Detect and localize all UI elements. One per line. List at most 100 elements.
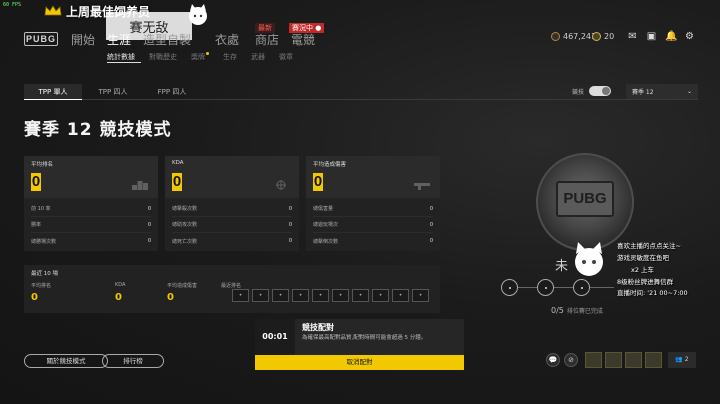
card-label: 平均排名 (31, 162, 54, 168)
stat-row: 總助攻次數 0 (172, 217, 292, 233)
settings-gear-icon[interactable]: ⚙ (684, 31, 695, 42)
ranked-label: 競技 (572, 88, 585, 96)
matchmaking-title: 競技配對 (302, 323, 334, 332)
recent-avg-damage: 0 (167, 292, 174, 303)
party-member-slot[interactable] (585, 352, 602, 368)
nav-customize[interactable]: 造型自製 (143, 31, 191, 48)
rank-emblem: PUBG (536, 153, 634, 251)
recent-matches-panel: 最近 10 場 平均排名 KDA 平均造成傷害 最近排名 0 0 0 • • •… (24, 265, 440, 313)
chat-icon[interactable]: 💬 (546, 353, 560, 367)
subnav-medals[interactable]: 獎牌 (191, 52, 209, 62)
g-coin-icon (592, 32, 601, 41)
cancel-matchmaking-button[interactable]: 取消配對 (255, 355, 464, 370)
recent-col-label: 最近排名 (221, 283, 242, 289)
new-dot-icon (206, 52, 209, 55)
voice-mute-icon[interactable]: ⊘ (564, 353, 578, 367)
subnav-weapons[interactable]: 武器 (251, 52, 265, 62)
recent-rank-boxes: • • • • • • • • • • (232, 289, 429, 302)
tab-tpp-squad[interactable]: TPP 四人 (86, 84, 140, 100)
placement-node (573, 279, 590, 296)
rank-box: • (372, 289, 389, 302)
party-slots (585, 352, 662, 368)
season-select[interactable]: 賽季 12 ⌄ (626, 84, 698, 99)
subnav-emblems[interactable]: 徽章 (279, 52, 293, 62)
recent-avg-rank: 0 (31, 292, 38, 303)
tab-tpp-solo[interactable]: TPP 單人 (24, 84, 82, 100)
stat-row: 前 10 率0 (31, 201, 151, 217)
pubg-logo: PUBG (24, 32, 58, 46)
placement-status: 0/5 排位賽已完成 (551, 306, 603, 315)
party-member-slot[interactable] (645, 352, 662, 368)
recent-col-label: KDA (115, 282, 126, 288)
placement-node (537, 279, 554, 296)
rank-box: • (312, 289, 329, 302)
chevron-down-icon: ⌄ (686, 88, 692, 95)
party-member-slot[interactable] (605, 352, 622, 368)
friends-count: 2 (684, 356, 689, 363)
mail-icon[interactable]: ✉ (627, 31, 638, 42)
nav-clan[interactable]: 衣處 (215, 31, 239, 48)
rank-box: • (352, 289, 369, 302)
stat-card-avg-damage: 平均造成傷害 0 總傷害量 0 總遊玩場次 0 總擊倒次數 0 (306, 156, 440, 251)
card-value: 0 (31, 173, 41, 191)
season-select-value: 賽季 12 (632, 89, 654, 96)
cat-mascot-icon (568, 238, 610, 280)
recent-col-label: 平均造成傷害 (167, 283, 198, 289)
screen-icon[interactable]: ▣ (646, 31, 657, 42)
app-window: 60 FPS 上周最佳饲养员 賽无敌 PUBG 開始 生涯 造型自製 衣處 商店… (0, 0, 720, 404)
placement-count: 0/5 (551, 306, 564, 315)
matchmaking-timer: 00:01 (255, 319, 295, 355)
friends-icon: 👥 (675, 356, 683, 363)
nav-career[interactable]: 生涯 (107, 31, 131, 48)
overlay-line: x2 上车 (631, 266, 655, 274)
stat-row: 總傷害量 0 (313, 201, 433, 217)
stat-row: 總遊玩場次 0 (313, 217, 433, 233)
stat-row: 勝率 0 (31, 217, 151, 233)
nav-esports[interactable]: 電競 (291, 31, 315, 48)
stat-row: 總擊殺次數 0 (172, 201, 292, 217)
placement-label: 排位賽已完成 (566, 308, 603, 315)
card-label: 平均造成傷害 (313, 162, 347, 168)
leaderboard-button[interactable]: 排行榜 (102, 354, 164, 368)
g-amount: 20 (604, 32, 615, 41)
about-ranked-button[interactable]: 關於競技模式 (24, 354, 108, 368)
stat-row: 總勝場次數 0 (31, 238, 151, 245)
rank-box: • (332, 289, 349, 302)
matchmaking-panel: 00:01 競技配對 為確保最高配對品質,配對時間可能會超過 5 分鐘。 取消配… (255, 319, 464, 370)
fps-counter: 60 FPS (3, 2, 22, 8)
overlay-line: 8级粉丝牌进舞信群 (617, 278, 674, 286)
nav-start[interactable]: 開始 (71, 31, 95, 48)
card-value: 0 (172, 173, 182, 191)
g-currency: 20 (592, 32, 614, 41)
gun-icon (414, 183, 430, 190)
overlay-line: 直播时间: '21 00~7:00 (617, 289, 688, 297)
subnav-match-history[interactable]: 對戰歷史 (149, 52, 177, 62)
friends-button[interactable]: 👥 2 (668, 352, 696, 368)
ranked-toggle[interactable]: 競技 (572, 86, 612, 96)
nav-store[interactable]: 商店 (255, 31, 279, 48)
rank-box: • (272, 289, 289, 302)
notification-bell-icon[interactable]: 🔔 (665, 31, 677, 42)
stat-card-avg-rank: 平均排名 0 前 10 率0 勝率 0 總勝場次數 0 (24, 156, 158, 251)
bp-currency: 467,241 (551, 32, 596, 41)
subnav-stats[interactable]: 統計數據 (107, 52, 135, 62)
recent-title: 最近 10 場 (31, 271, 58, 277)
recent-col-label: 平均排名 (31, 283, 52, 289)
rank-box: • (392, 289, 409, 302)
overlay-line: 游戏灵敏度在鱼吧 (617, 254, 669, 262)
crosshair-icon (276, 180, 286, 190)
subnav-survival[interactable]: 生存 (223, 52, 237, 62)
page-title: 賽季 12 競技模式 (24, 120, 172, 140)
stat-row: 總擊倒次數 0 (313, 238, 433, 245)
overlay-line: 喜欢主播的点点关注~ (617, 242, 681, 250)
placement-progress-line (502, 287, 614, 288)
matchmaking-desc: 為確保最高配對品質,配對時間可能會超過 5 分鐘。 (302, 335, 427, 341)
tab-fpp-squad[interactable]: FPP 四人 (144, 84, 200, 100)
ranked-switch[interactable] (589, 86, 612, 96)
badge-new: 最新 (255, 23, 275, 33)
rank-box: • (412, 289, 429, 302)
podium-icon (132, 181, 148, 190)
rank-tier-label: 未 (555, 259, 569, 274)
rank-box: • (252, 289, 269, 302)
party-member-slot[interactable] (625, 352, 642, 368)
